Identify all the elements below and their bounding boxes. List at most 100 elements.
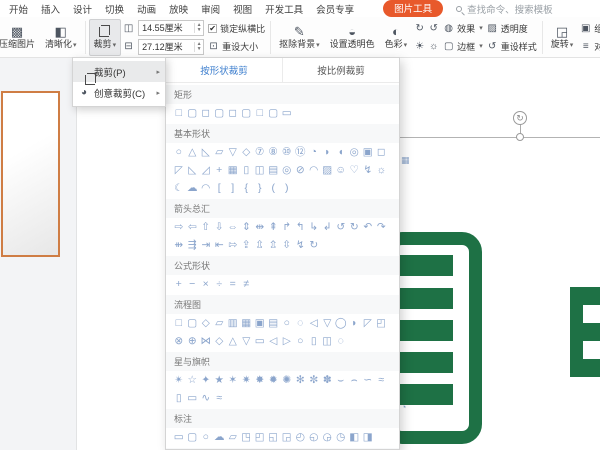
shape-option[interactable]: ◖ (334, 145, 348, 159)
shape-option[interactable]: ◧ (348, 430, 362, 444)
shape-option[interactable]: ◸ (361, 316, 375, 330)
shape-option[interactable]: ⊕ (186, 334, 200, 348)
shape-option[interactable]: ◻ (226, 106, 240, 120)
shape-option[interactable]: ◺ (199, 145, 213, 159)
menu-tab[interactable]: 视图 (233, 2, 252, 16)
shape-option[interactable]: ◰ (375, 316, 389, 330)
rotation-handle-icon[interactable]: ↻ (513, 111, 527, 125)
shape-option[interactable]: ▱ (213, 316, 227, 330)
shape-option[interactable]: ▢ (186, 430, 200, 444)
shape-option[interactable]: ↰ (294, 220, 308, 234)
shape-option[interactable]: ▦ (240, 316, 254, 330)
shape-option[interactable]: ▽ (240, 334, 254, 348)
menu-tab[interactable]: 审阅 (201, 2, 220, 16)
shape-option[interactable]: ◻ (199, 106, 213, 120)
clarify-button[interactable]: ◧ 清晰化▾ (40, 19, 82, 56)
set-transparent-color-button[interactable]: ◒ 设置透明色 (325, 19, 380, 56)
shape-option[interactable]: ☺ (334, 163, 348, 177)
shape-option[interactable]: ◫ (253, 163, 267, 177)
shape-option[interactable]: ◳ (240, 430, 254, 444)
rotate-button[interactable]: ◲ 旋转▾ (546, 19, 579, 56)
command-search[interactable]: 查找命令、搜索模板 (456, 2, 553, 16)
shape-option[interactable]: ◗ (348, 316, 362, 330)
shape-option[interactable]: ▣ (253, 316, 267, 330)
brightness-down-icon[interactable]: ☼ (428, 41, 439, 52)
shape-option[interactable]: + (213, 163, 227, 177)
shape-option[interactable]: ◰ (253, 430, 267, 444)
shape-option[interactable]: ▦ (226, 163, 240, 177)
shape-option[interactable]: ▷ (280, 334, 294, 348)
shape-option[interactable]: ◻ (375, 145, 389, 159)
transparency-button[interactable]: ▨ 透明度 (487, 21, 537, 36)
shape-option[interactable]: ◸ (172, 163, 186, 177)
shape-option[interactable]: ◵ (307, 430, 321, 444)
placeholder-table-icon[interactable]: ▦ (401, 155, 410, 166)
picture-tools-tab[interactable]: 图片工具 (383, 0, 443, 17)
shape-option[interactable]: ◌ (294, 316, 308, 330)
shape-option[interactable]: ☾ (172, 181, 186, 195)
shape-option[interactable]: ▭ (186, 391, 200, 405)
shape-option[interactable]: ○ (294, 334, 308, 348)
shape-option[interactable]: ▢ (186, 106, 200, 120)
crop-button[interactable]: 裁剪▾ (89, 19, 122, 56)
shape-option[interactable]: ⇹ (253, 220, 267, 234)
shape-option[interactable]: ⇨ (172, 220, 186, 234)
shape-option[interactable]: ○ (172, 145, 186, 159)
shape-option[interactable]: △ (226, 334, 240, 348)
shape-option[interactable]: ▽ (226, 145, 240, 159)
shape-option[interactable]: ☆ (186, 373, 200, 387)
rotate-ccw-icon[interactable]: ↺ (428, 23, 439, 34)
shape-option[interactable]: ∿ (199, 391, 213, 405)
shape-option[interactable]: ✴ (172, 373, 186, 387)
shape-option[interactable]: ≠ (240, 277, 254, 291)
shape-option[interactable]: ◠ (307, 163, 321, 177)
shape-option[interactable]: ⇰ (226, 238, 240, 252)
shape-option[interactable]: ◯ (334, 316, 348, 330)
shape-option[interactable]: ⇶ (186, 238, 200, 252)
shape-option[interactable]: ▯ (172, 391, 186, 405)
menu-tab[interactable]: 放映 (169, 2, 188, 16)
shape-option[interactable]: ◨ (361, 430, 375, 444)
shape-option[interactable]: ◲ (280, 430, 294, 444)
shape-option[interactable]: □ (253, 106, 267, 120)
shape-option[interactable]: ⇧ (199, 220, 213, 234)
shape-option[interactable]: ⑧ (267, 145, 281, 159)
shape-option[interactable]: ○ (199, 430, 213, 444)
shape-option[interactable]: ✻ (294, 373, 308, 387)
shape-option[interactable]: ◠ (199, 181, 213, 195)
shape-option[interactable]: ⇪ (240, 238, 254, 252)
shape-option[interactable]: △ (186, 145, 200, 159)
shape-option[interactable]: ⇦ (186, 220, 200, 234)
shape-option[interactable]: ▢ (213, 106, 227, 120)
shape-option[interactable]: ( (267, 181, 281, 195)
shape-option[interactable]: ◶ (321, 430, 335, 444)
shape-option[interactable]: ↺ (334, 220, 348, 234)
shape-option[interactable]: ♡ (348, 163, 362, 177)
shape-option[interactable]: ◺ (186, 163, 200, 177)
shape-option[interactable]: ⌢ (348, 373, 362, 387)
shape-option[interactable]: ↲ (321, 220, 335, 234)
shape-option[interactable]: ↯ (294, 238, 308, 252)
shape-option[interactable]: ] (226, 181, 240, 195)
border-button[interactable]: ▢ 边框▾ (443, 39, 483, 54)
shape-option[interactable]: ) (280, 181, 294, 195)
shape-option[interactable]: ↻ (348, 220, 362, 234)
shape-option[interactable]: [ (213, 181, 227, 195)
shape-option[interactable]: ▯ (307, 334, 321, 348)
width-spinner[interactable]: ▲▼ (194, 42, 203, 52)
shape-option[interactable]: ↱ (280, 220, 294, 234)
shape-option[interactable]: ✷ (240, 373, 254, 387)
shape-option[interactable]: ▢ (267, 106, 281, 120)
shape-option[interactable]: ◁ (267, 334, 281, 348)
picture-height-field[interactable]: 14.55厘米 ▲▼ (138, 20, 204, 36)
shape-option[interactable]: ◗ (321, 145, 335, 159)
shape-option[interactable]: ✶ (226, 373, 240, 387)
shape-option[interactable]: ⇤ (213, 238, 227, 252)
shape-option[interactable]: ◇ (213, 334, 227, 348)
menu-tab[interactable]: 设计 (73, 2, 92, 16)
shape-option[interactable]: ⇞ (267, 220, 281, 234)
remove-background-button[interactable]: ✎ 抠除背景▾ (274, 19, 325, 56)
shape-option[interactable]: × (199, 277, 213, 291)
shape-option[interactable]: ⇻ (172, 238, 186, 252)
shape-option[interactable]: ▱ (226, 430, 240, 444)
